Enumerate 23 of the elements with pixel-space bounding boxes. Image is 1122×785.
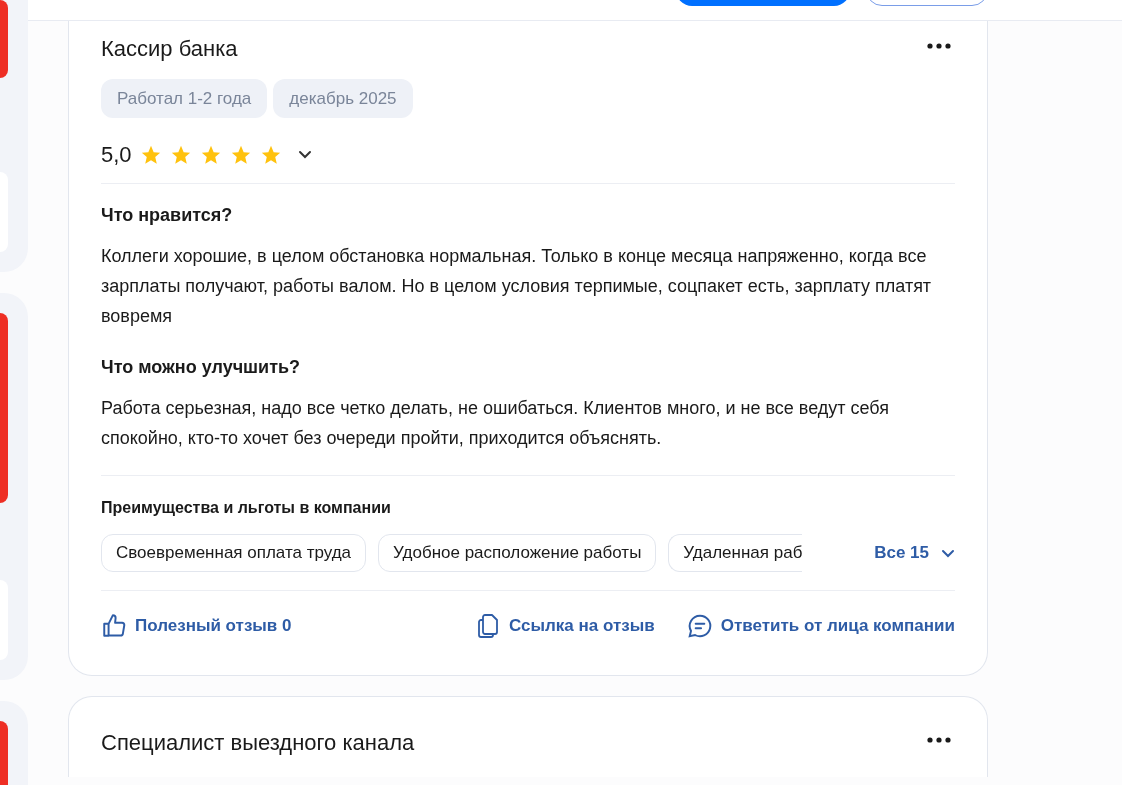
reply-button[interactable]: Ответить от лица компании <box>686 613 955 639</box>
show-all-button[interactable]: Все 15 <box>874 540 955 566</box>
helpful-button[interactable]: Полезный отзыв 0 <box>101 613 292 639</box>
more-icon[interactable] <box>927 737 951 743</box>
job-title: Кассир банка <box>101 35 238 63</box>
more-icon[interactable] <box>927 43 951 49</box>
section-heading: Что можно улучшить? <box>101 356 302 379</box>
review-text: Работа серьезная, надо все четко делать, не ошибаться. Клиентов много, и не все ведут себя спокойно, кто-то хочет без очереди пройти, приходится объяснять. <box>101 397 891 450</box>
benefits-heading: Преимущества и льготы в компании <box>101 498 392 518</box>
chat-icon <box>686 613 713 639</box>
review-text: Коллеги хорошие, в целом обстановка нормальная. Только в конце месяца напряженно, когда все зарплаты получают, работы валом. Но в целом условия терпимые, соцпакет есть, зарплату платят вовремя <box>101 245 933 328</box>
benefit-tag: Удаленная раб <box>668 534 803 572</box>
info-tag: Работал 1-2 года <box>101 79 268 118</box>
thumbs-up-icon <box>101 613 127 639</box>
rating-value: 5,0 <box>101 141 132 169</box>
chevron-down-icon[interactable] <box>941 548 955 558</box>
section-heading: Что нравится? <box>101 204 234 227</box>
benefit-tag: Удобное расположение работы <box>378 534 657 572</box>
job-title: Специалист выездного канала <box>101 729 415 757</box>
benefit-tag: Своевременная оплата труда <box>101 534 367 572</box>
chevron-down-icon[interactable] <box>297 150 312 159</box>
copy-link-button[interactable]: Ссылка на отзыв <box>477 613 655 639</box>
info-tag: декабрь 2025 <box>273 79 413 118</box>
